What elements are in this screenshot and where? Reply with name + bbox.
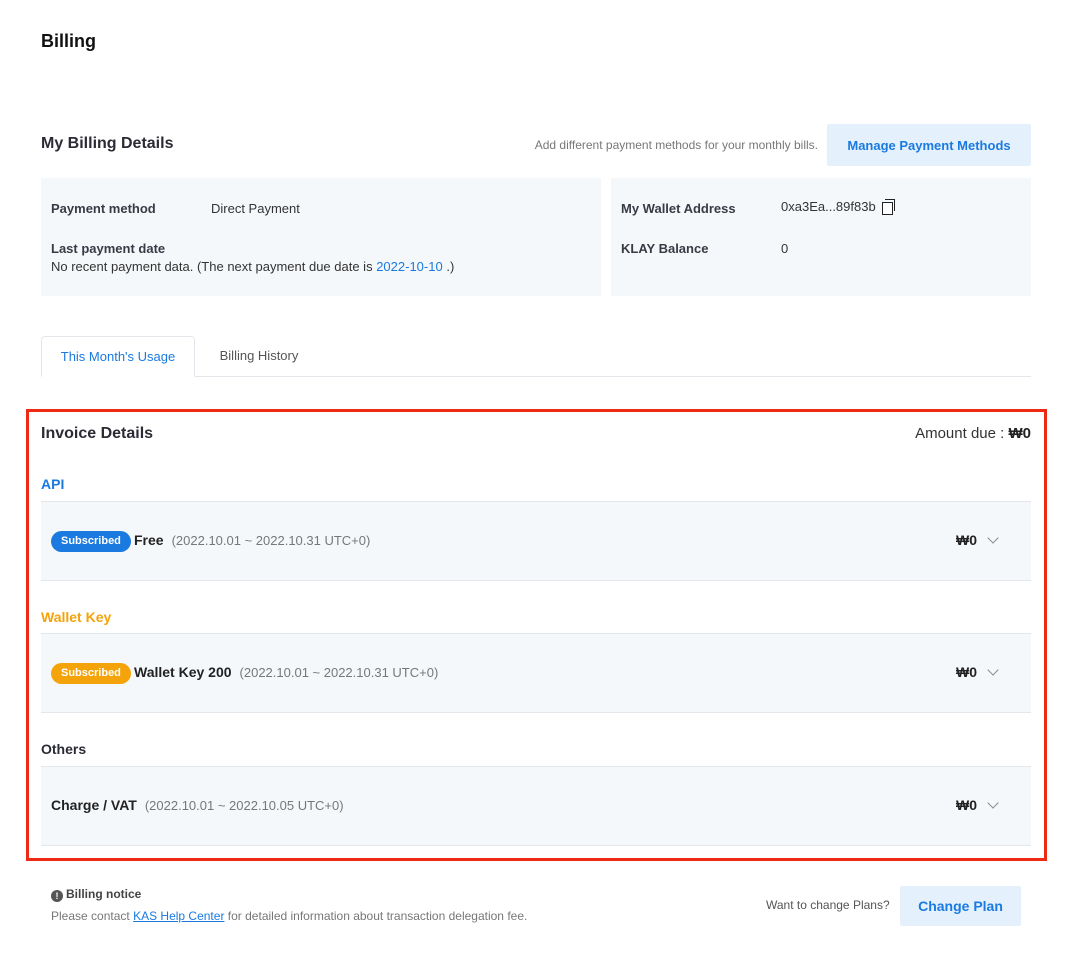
invoice-item: Free (2022.10.01 ~ 2022.10.31 UTC+0) xyxy=(134,532,370,548)
item-price: ₩0 xyxy=(956,797,977,813)
invoice-item: Wallet Key 200 (2022.10.01 ~ 2022.10.31 U… xyxy=(134,664,438,680)
item-price: ₩0 xyxy=(956,532,977,548)
amount-due-value: ₩0 xyxy=(1008,425,1032,442)
payment-methods-hint: Add different payment methods for your m… xyxy=(534,138,818,152)
subscribed-badge: Subscribed xyxy=(51,531,131,552)
billing-notice-label: Billing notice xyxy=(66,887,142,901)
item-name: Wallet Key 200 xyxy=(134,664,232,680)
invoice-row-api[interactable]: Subscribed Free (2022.10.01 ~ 2022.10.31 … xyxy=(41,501,1031,581)
notice-prefix: Please contact xyxy=(51,909,130,923)
category-api: API xyxy=(41,476,65,492)
klay-balance-label: KLAY Balance xyxy=(621,241,709,256)
payment-method-label: Payment method xyxy=(51,201,156,216)
wallet-address-value: 0xa3Ea...89f83b xyxy=(781,199,876,214)
amount-due: Amount due : ₩0 xyxy=(915,425,1031,442)
tab-billing-history[interactable]: Billing History xyxy=(195,336,323,377)
billing-notice-title: ! Billing notice xyxy=(51,887,141,902)
kas-help-center-link[interactable]: KAS Help Center xyxy=(133,909,224,923)
klay-balance-value: 0 xyxy=(781,241,789,256)
last-payment-value: No recent payment data. (The next paymen… xyxy=(51,259,454,274)
invoice-row-wallet-key[interactable]: Subscribed Wallet Key 200 (2022.10.01 ~ 2… xyxy=(41,633,1031,713)
subscribed-badge: Subscribed xyxy=(51,663,131,684)
invoice-item: Charge / VAT (2022.10.01 ~ 2022.10.05 UTC… xyxy=(51,797,344,813)
category-wallet-key: Wallet Key xyxy=(41,609,112,625)
chevron-down-icon[interactable] xyxy=(987,532,999,544)
invoice-row-others[interactable]: Charge / VAT (2022.10.01 ~ 2022.10.05 UTC… xyxy=(41,766,1031,846)
item-period: (2022.10.01 ~ 2022.10.31 UTC+0) xyxy=(171,533,371,548)
item-period: (2022.10.01 ~ 2022.10.31 UTC+0) xyxy=(239,665,439,680)
tab-this-months-usage[interactable]: This Month's Usage xyxy=(41,336,195,377)
wallet-address-value-wrap: 0xa3Ea...89f83b xyxy=(781,199,895,215)
last-payment-label: Last payment date xyxy=(51,241,166,256)
item-name: Charge / VAT xyxy=(51,797,137,813)
manage-payment-methods-button[interactable]: Manage Payment Methods xyxy=(827,124,1031,166)
billing-notice-text: Please contact KAS Help Center for detai… xyxy=(51,909,527,923)
payment-method-value: Direct Payment xyxy=(211,201,300,216)
change-plan-button[interactable]: Change Plan xyxy=(900,886,1021,926)
chevron-down-icon[interactable] xyxy=(987,664,999,676)
usage-tabs: This Month's Usage Billing History xyxy=(41,336,1031,377)
item-price: ₩0 xyxy=(956,664,977,680)
info-icon: ! xyxy=(51,890,63,902)
copy-icon[interactable] xyxy=(881,199,895,215)
next-due-date-link[interactable]: 2022-10-10 xyxy=(376,259,443,274)
amount-due-label: Amount due : xyxy=(915,425,1005,442)
item-period: (2022.10.01 ~ 2022.10.05 UTC+0) xyxy=(144,798,344,813)
change-plan-hint: Want to change Plans? xyxy=(766,898,890,912)
invoice-details-title: Invoice Details xyxy=(41,425,154,442)
item-name: Free xyxy=(134,532,164,548)
notice-suffix: for detailed information about transacti… xyxy=(227,909,528,923)
last-payment-text: No recent payment data. (The next paymen… xyxy=(51,259,373,274)
page-title: Billing xyxy=(41,31,96,51)
category-others: Others xyxy=(41,741,87,757)
wallet-address-label: My Wallet Address xyxy=(621,201,736,216)
chevron-down-icon[interactable] xyxy=(987,797,999,809)
wallet-info-card: My Wallet Address 0xa3Ea...89f83b KLAY B… xyxy=(611,178,1031,296)
billing-details-title: My Billing Details xyxy=(41,135,174,152)
payment-info-card: Payment method Direct Payment Last payme… xyxy=(41,178,601,296)
last-payment-suffix: .) xyxy=(446,259,455,274)
